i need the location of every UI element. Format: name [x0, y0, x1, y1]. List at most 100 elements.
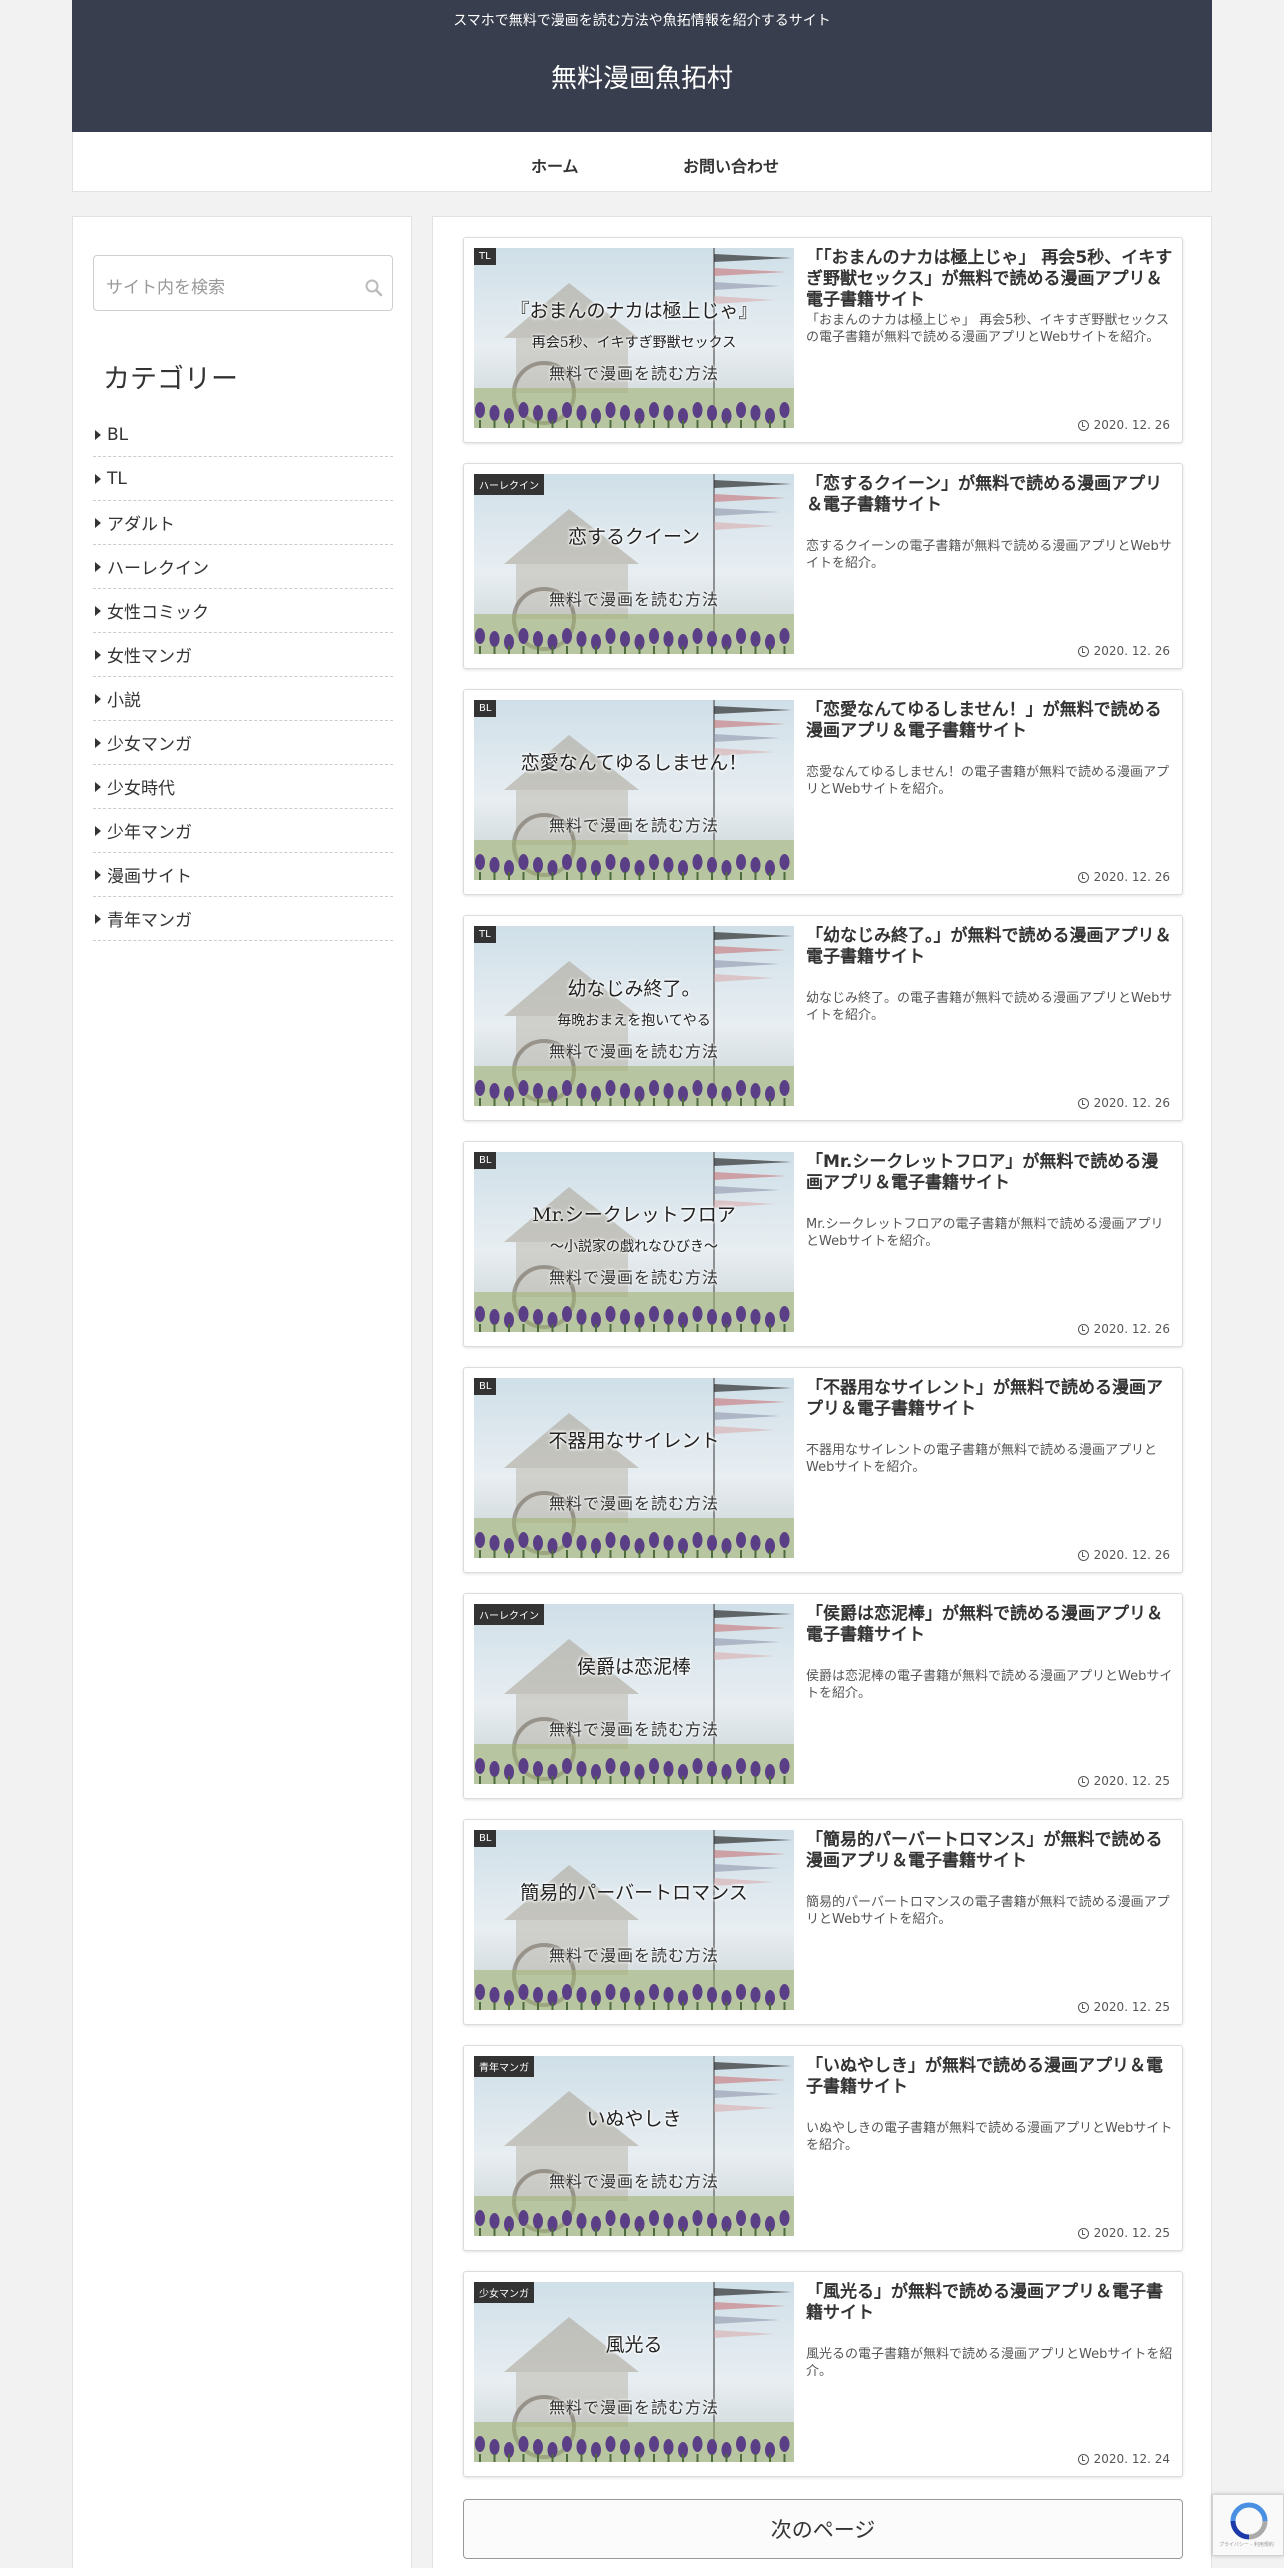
- post-title[interactable]: 「Mr.シークレットフロア」が無料で読める漫画アプリ＆電子書籍サイト: [806, 1152, 1174, 1194]
- post-title[interactable]: 「簡易的パーバートロマンス」が無料で読める漫画アプリ＆電子書籍サイト: [806, 1830, 1174, 1872]
- post-list: 『おまんのナカは極上じゃ』 再会5秒、イキすぎ野獣セックス 無料で漫画を読む方法…: [432, 216, 1212, 2568]
- site-header: スマホで無料で漫画を読む方法や魚拓情報を紹介するサイト 無料漫画魚拓村: [72, 0, 1212, 132]
- category-item[interactable]: BL: [93, 413, 393, 457]
- recaptcha-badge[interactable]: プライバシー - 利用規約: [1212, 2494, 1284, 2556]
- thumbnail-illustration: [474, 474, 794, 654]
- search-input[interactable]: サイト内を検索: [93, 255, 393, 311]
- category-item[interactable]: ハーレクイン: [93, 545, 393, 589]
- post-snippet: 「おまんのナカは極上じゃ」 再会5秒、イキすぎ野獣セックスの電子書籍が無料で読め…: [806, 313, 1170, 345]
- post-snippet: 幼なじみ終了。の電子書籍が無料で読める漫画アプリとWebサイトを紹介。: [806, 991, 1173, 1023]
- post-card[interactable]: 恋するクイーン 無料で漫画を読む方法 ハーレクイン 「恋するクイーン」が無料で読…: [463, 463, 1183, 669]
- category-label: 女性コミック: [107, 603, 209, 623]
- post-date-text: 2020. 12. 26: [1093, 1322, 1170, 1336]
- post-title[interactable]: 「いぬやしき」が無料で読める漫画アプリ＆電子書籍サイト: [806, 2056, 1174, 2098]
- post-date-text: 2020. 12. 26: [1093, 1548, 1170, 1562]
- caret-right-icon: [95, 913, 101, 924]
- next-page-button[interactable]: 次のページ: [463, 2499, 1183, 2559]
- category-item[interactable]: 小説: [93, 677, 393, 721]
- recaptcha-footer: プライバシー - 利用規約: [1219, 2542, 1274, 2548]
- clock-icon: [1077, 1323, 1089, 1335]
- post-title[interactable]: 「恋愛なんてゆるしません！」が無料で読める漫画アプリ＆電子書籍サイト: [806, 700, 1174, 742]
- caret-right-icon: [95, 605, 101, 616]
- post-thumbnail[interactable]: 恋するクイーン 無料で漫画を読む方法 ハーレクイン: [474, 474, 794, 654]
- post-title[interactable]: 「不器用なサイレント」が無料で読める漫画アプリ＆電子書籍サイト: [806, 1378, 1174, 1420]
- thumbnail-title: 幼なじみ終了。: [567, 978, 701, 1000]
- clock-icon: [1077, 2453, 1089, 2465]
- post-card[interactable]: 侯爵は恋泥棒 無料で漫画を読む方法 ハーレクイン 「侯爵は恋泥棒」が無料で読める…: [463, 1593, 1183, 1799]
- post-card[interactable]: Mr.シークレットフロア ～小説家の戯れなひびき～ 無料で漫画を読む方法 BL …: [463, 1141, 1183, 1347]
- search-icon[interactable]: [364, 278, 384, 298]
- nav-home-link[interactable]: ホーム: [531, 153, 579, 177]
- thumbnail-tagline: 無料で漫画を読む方法: [548, 364, 719, 383]
- post-card[interactable]: 恋愛なんてゆるしません！ 無料で漫画を読む方法 BL 「恋愛なんてゆるしません！…: [463, 689, 1183, 895]
- post-thumbnail[interactable]: Mr.シークレットフロア ～小説家の戯れなひびき～ 無料で漫画を読む方法 BL: [474, 1152, 794, 1332]
- post-thumbnail[interactable]: いぬやしき 無料で漫画を読む方法 青年マンガ: [474, 2056, 794, 2236]
- post-thumbnail[interactable]: 簡易的パーバートロマンス 無料で漫画を読む方法 BL: [474, 1830, 794, 2010]
- site-tagline: スマホで無料で漫画を読む方法や魚拓情報を紹介するサイト: [453, 13, 831, 29]
- post-title[interactable]: 「「おまんのナカは極上じゃ」 再会5秒、イキすぎ野獣セックス」が無料で読める漫画…: [806, 248, 1174, 311]
- clock-icon: [1077, 419, 1089, 431]
- post-thumbnail[interactable]: 『おまんのナカは極上じゃ』 再会5秒、イキすぎ野獣セックス 無料で漫画を読む方法…: [474, 248, 794, 428]
- post-card[interactable]: 簡易的パーバートロマンス 無料で漫画を読む方法 BL 「簡易的パーバートロマンス…: [463, 1819, 1183, 2025]
- post-card[interactable]: 不器用なサイレント 無料で漫画を読む方法 BL 「不器用なサイレント」が無料で読…: [463, 1367, 1183, 1573]
- caret-right-icon: [95, 693, 101, 704]
- post-snippet: Mr.シークレットフロアの電子書籍が無料で読める漫画アプリとWebサイトを紹介。: [806, 1217, 1164, 1249]
- category-label: TL: [107, 468, 127, 489]
- post-title[interactable]: 「幼なじみ終了。」が無料で読める漫画アプリ＆電子書籍サイト: [806, 926, 1174, 968]
- caret-right-icon: [95, 869, 101, 880]
- category-badge: 少女マンガ: [474, 2282, 534, 2303]
- post-date: 2020. 12. 25: [1077, 2226, 1170, 2240]
- thumbnail-title: 恋するクイーン: [567, 526, 701, 548]
- clock-icon: [1077, 1775, 1089, 1787]
- category-label: 少年マンガ: [107, 823, 192, 843]
- post-date: 2020. 12. 26: [1077, 1096, 1170, 1110]
- category-label: 小説: [107, 691, 141, 711]
- caret-right-icon: [95, 473, 101, 484]
- category-badge: BL: [474, 1152, 497, 1169]
- post-thumbnail[interactable]: 風光る 無料で漫画を読む方法 少女マンガ: [474, 2282, 794, 2462]
- category-item[interactable]: 青年マンガ: [93, 897, 393, 941]
- post-date-text: 2020. 12. 26: [1093, 418, 1170, 432]
- post-thumbnail[interactable]: 侯爵は恋泥棒 無料で漫画を読む方法 ハーレクイン: [474, 1604, 794, 1784]
- thumbnail-title: 恋愛なんてゆるしません！: [520, 752, 748, 774]
- category-item[interactable]: TL: [93, 457, 393, 501]
- post-title[interactable]: 「恋するクイーン」が無料で読める漫画アプリ＆電子書籍サイト: [806, 474, 1174, 516]
- post-thumbnail[interactable]: 幼なじみ終了。 毎晩おまえを抱いてやる 無料で漫画を読む方法 TL: [474, 926, 794, 1106]
- thumbnail-title: 簡易的パーバートロマンス: [520, 1882, 748, 1904]
- sidebar: サイト内を検索 カテゴリー BL TL アダルト ハーレクイン女性コミック女性マンガ小…: [72, 216, 412, 2568]
- category-heading: カテゴリー: [103, 364, 238, 395]
- clock-icon: [1077, 871, 1089, 883]
- category-item[interactable]: アダルト: [93, 501, 393, 545]
- category-item[interactable]: 漫画サイト: [93, 853, 393, 897]
- thumbnail-tagline: 無料で漫画を読む方法: [548, 2172, 719, 2191]
- clock-icon: [1077, 2001, 1089, 2013]
- post-title[interactable]: 「風光る」が無料で読める漫画アプリ＆電子書籍サイト: [806, 2282, 1174, 2324]
- site-title[interactable]: 無料漫画魚拓村: [72, 58, 1212, 95]
- post-snippet: 簡易的パーバートロマンスの電子書籍が無料で読める漫画アプリとWebサイトを紹介。: [806, 1895, 1170, 1927]
- post-thumbnail[interactable]: 不器用なサイレント 無料で漫画を読む方法 BL: [474, 1378, 794, 1558]
- category-item[interactable]: 少女マンガ: [93, 721, 393, 765]
- category-badge: 青年マンガ: [474, 2056, 534, 2077]
- thumbnail-tagline: 無料で漫画を読む方法: [548, 1946, 719, 1965]
- post-card[interactable]: 『おまんのナカは極上じゃ』 再会5秒、イキすぎ野獣セックス 無料で漫画を読む方法…: [463, 237, 1183, 443]
- post-thumbnail[interactable]: 恋愛なんてゆるしません！ 無料で漫画を読む方法 BL: [474, 700, 794, 880]
- thumbnail-subtitle: 毎晩おまえを抱いてやる: [557, 1013, 711, 1029]
- post-card[interactable]: いぬやしき 無料で漫画を読む方法 青年マンガ 「いぬやしき」が無料で読める漫画ア…: [463, 2045, 1183, 2251]
- thumbnail-tagline: 無料で漫画を読む方法: [548, 816, 719, 835]
- category-item[interactable]: 女性マンガ: [93, 633, 393, 677]
- category-badge: ハーレクイン: [474, 474, 544, 495]
- category-item[interactable]: 女性コミック: [93, 589, 393, 633]
- post-title[interactable]: 「侯爵は恋泥棒」が無料で読める漫画アプリ＆電子書籍サイト: [806, 1604, 1174, 1646]
- post-card[interactable]: 幼なじみ終了。 毎晩おまえを抱いてやる 無料で漫画を読む方法 TL 「幼なじみ終…: [463, 915, 1183, 1121]
- category-badge: TL: [474, 926, 496, 943]
- post-card[interactable]: 風光る 無料で漫画を読む方法 少女マンガ 「風光る」が無料で読める漫画アプリ＆電…: [463, 2271, 1183, 2477]
- nav-contact-link[interactable]: お問い合わせ: [683, 153, 779, 177]
- category-item[interactable]: 少女時代: [93, 765, 393, 809]
- post-date-text: 2020. 12. 26: [1093, 644, 1170, 658]
- post-date-text: 2020. 12. 25: [1093, 1774, 1170, 1788]
- thumbnail-title: Mr.シークレットフロア: [532, 1204, 736, 1226]
- category-badge: BL: [474, 1830, 497, 1847]
- caret-right-icon: [95, 825, 101, 836]
- category-item[interactable]: 少年マンガ: [93, 809, 393, 853]
- post-snippet: 不器用なサイレントの電子書籍が無料で読める漫画アプリとWebサイトを紹介。: [806, 1443, 1158, 1475]
